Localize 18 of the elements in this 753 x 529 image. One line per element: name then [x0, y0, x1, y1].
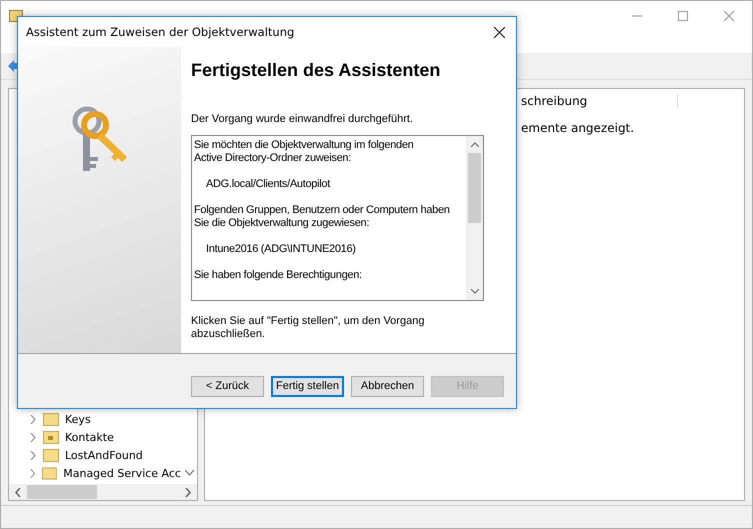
summary-text: Intune2016 (ADG\INTUNE2016) [205, 243, 357, 256]
tree-item[interactable]: Kontakte [65, 430, 114, 444]
wizard-heading: Fertigstellen des Assistenten [191, 60, 442, 81]
wizard-button[interactable]: Fertig stellen [271, 376, 344, 396]
tree-item[interactable]: LostAndFound [65, 448, 143, 462]
wizard-button[interactable]: < Zurück [191, 376, 264, 396]
summary-text: ADG.local/Clients/Autopilot [205, 178, 332, 191]
summary-text: Folgenden Gruppen, Benutzern oder Computern haben Sie die Objektverwaltung zugewiesen: [194, 204, 451, 230]
status-message: Der Vorgang wurde einwandfrei durchgeführt. [191, 113, 414, 126]
instruction-text: Klicken Sie auf "Fertig stellen", um den Vorgang abzuschließen. [191, 315, 426, 341]
summary-text: Sie möchten die Objektverwaltung im folgenden Active Directory-Ordner zuweisen: [194, 139, 414, 165]
column-header[interactable]: schreibung [521, 94, 678, 108]
tree-item[interactable]: Keys [65, 412, 91, 426]
summary-text: Sie haben folgende Berechtigungen: [194, 269, 363, 282]
wizard-button[interactable]: Abbrechen [351, 376, 424, 396]
empty-message: emente angezeigt. [521, 121, 634, 135]
tree-item[interactable]: Managed Service Acc [63, 466, 181, 480]
dialog-title: Assistent zum Zuweisen der Objektverwaltung [26, 25, 294, 39]
